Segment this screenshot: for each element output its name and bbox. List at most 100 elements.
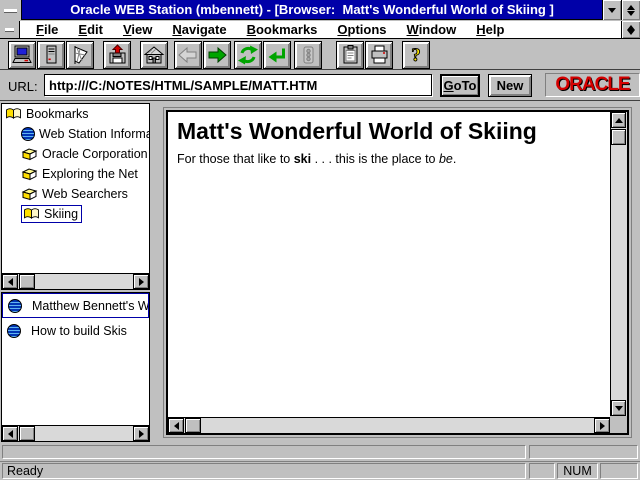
help-icon: ? xyxy=(405,44,427,66)
scroll-up-button[interactable] xyxy=(611,112,626,128)
list-item-how-to-build-skis[interactable]: How to build Skis xyxy=(2,318,149,343)
tree-item-label: Bookmarks xyxy=(26,107,89,121)
tree-item-exploring-the-net[interactable]: Exploring the Net xyxy=(2,164,149,184)
open-book-icon xyxy=(5,107,22,121)
reload-button[interactable] xyxy=(234,41,262,69)
arrow-right-icon xyxy=(139,430,144,438)
scroll-right-button[interactable] xyxy=(133,274,149,289)
app-window: Oracle WEB Station (mbennett) - [Browser… xyxy=(0,0,640,480)
toolbar-status-row xyxy=(0,444,640,460)
goto-button[interactable]: GoTo xyxy=(440,74,480,97)
scrollbar-thumb[interactable] xyxy=(185,418,201,433)
stoplight-icon xyxy=(297,44,319,66)
menu-view[interactable]: View xyxy=(113,21,162,39)
page-heading: Matt's Wonderful World of Skiing xyxy=(177,118,606,145)
browser-vertical-scrollbar xyxy=(610,112,627,416)
print-button[interactable] xyxy=(365,41,393,69)
menu-file[interactable]: File xyxy=(26,21,68,39)
scroll-right-button[interactable] xyxy=(594,418,610,433)
save-upload-icon xyxy=(106,44,128,66)
url-bar: URL: GoTo New ORACLE xyxy=(0,71,640,101)
reload-icon xyxy=(237,44,259,66)
sail-icon xyxy=(69,44,91,66)
bookmarks-panel: Bookmarks Web Station Information Oracle… xyxy=(1,103,150,290)
status-bar: Ready NUM xyxy=(0,461,640,480)
save-upload-button[interactable] xyxy=(103,41,131,69)
num-lock-indicator: NUM xyxy=(557,463,598,479)
window-title: Oracle WEB Station (mbennett) - [Browser… xyxy=(22,0,602,19)
menu-help[interactable]: Help xyxy=(466,21,514,39)
child-restore-button[interactable] xyxy=(621,21,640,38)
selection-outline: Skiing xyxy=(21,205,82,223)
list-item-matthew-bennetts-web-page[interactable]: Matthew Bennett's Web Pa xyxy=(2,293,149,318)
restore-button[interactable] xyxy=(621,0,640,20)
scrollbar-track[interactable] xyxy=(18,274,133,289)
triangle-up-icon xyxy=(627,5,635,10)
tree-item-web-station-information[interactable]: Web Station Information xyxy=(2,124,149,144)
scrollbar-corner xyxy=(610,416,627,433)
status-message: Ready xyxy=(2,463,526,479)
open-book-icon xyxy=(23,207,40,221)
tree-item-bookmarks[interactable]: Bookmarks xyxy=(2,104,149,124)
tree-item-oracle-corporation[interactable]: Oracle Corporation xyxy=(2,144,149,164)
back-button[interactable] xyxy=(174,41,202,69)
scroll-left-button[interactable] xyxy=(168,418,184,433)
arrow-up-icon xyxy=(615,118,623,123)
scrollbar-thumb[interactable] xyxy=(19,274,35,289)
system-menu-button[interactable] xyxy=(0,0,22,20)
tree-item-label: Oracle Corporation xyxy=(42,147,148,161)
help-button[interactable]: ? xyxy=(402,41,430,69)
scrollbar-thumb[interactable] xyxy=(19,426,35,441)
workstation-button[interactable] xyxy=(8,41,36,69)
menu-options[interactable]: Options xyxy=(327,21,396,39)
scrollbar-track[interactable] xyxy=(184,418,594,433)
scroll-left-button[interactable] xyxy=(2,274,18,289)
tree-item-label: Exploring the Net xyxy=(42,167,138,181)
arrow-left-icon xyxy=(8,430,13,438)
scroll-right-button[interactable] xyxy=(133,426,149,441)
home-button[interactable] xyxy=(140,41,168,69)
server-button[interactable] xyxy=(37,41,65,69)
stoplight-button[interactable] xyxy=(294,41,322,69)
tree-item-web-searchers[interactable]: Web Searchers xyxy=(2,184,149,204)
globe-icon xyxy=(8,299,22,313)
globe-icon xyxy=(7,324,21,338)
home-icon xyxy=(143,44,165,66)
print-icon xyxy=(368,44,390,66)
arrow-left-icon xyxy=(8,278,13,286)
svg-text:?: ? xyxy=(411,45,421,66)
triangle-down-icon xyxy=(627,11,635,16)
menu-edit[interactable]: Edit xyxy=(68,21,113,39)
url-input[interactable] xyxy=(44,74,432,96)
clipboard-icon xyxy=(339,44,361,66)
forward-button[interactable] xyxy=(203,41,231,69)
tree-item-label: Web Station Information xyxy=(39,127,149,141)
clipboard-button[interactable] xyxy=(336,41,364,69)
dash-icon xyxy=(5,28,14,31)
document-area[interactable]: Matt's Wonderful World of Skiing For tho… xyxy=(168,112,610,416)
scroll-left-button[interactable] xyxy=(2,426,18,441)
return-button[interactable] xyxy=(263,41,291,69)
triangle-down-icon xyxy=(627,30,635,35)
url-label: URL: xyxy=(8,79,38,94)
minimize-button[interactable] xyxy=(602,0,621,20)
triangle-down-icon xyxy=(608,8,616,13)
server-icon xyxy=(40,44,62,66)
menu-bookmarks[interactable]: Bookmarks xyxy=(237,21,328,39)
tree-item-skiing[interactable]: Skiing xyxy=(2,204,149,224)
new-button[interactable]: New xyxy=(488,74,532,97)
scrollbar-track[interactable] xyxy=(18,426,133,441)
child-system-menu-button[interactable] xyxy=(0,21,20,38)
bookmarks-horizontal-scrollbar xyxy=(2,273,149,289)
sail-button[interactable] xyxy=(66,41,94,69)
menu-window[interactable]: Window xyxy=(397,21,467,39)
page-paragraph: For those that like to ski . . . this is… xyxy=(177,152,606,166)
closed-book-icon xyxy=(21,187,38,201)
scroll-down-button[interactable] xyxy=(611,400,626,416)
arrow-right-icon xyxy=(139,278,144,286)
arrow-down-icon xyxy=(615,406,623,411)
browser-pane: Matt's Wonderful World of Skiing For tho… xyxy=(163,107,632,438)
scrollbar-thumb[interactable] xyxy=(611,129,626,145)
status-panel xyxy=(2,445,526,459)
menu-navigate[interactable]: Navigate xyxy=(162,21,236,39)
